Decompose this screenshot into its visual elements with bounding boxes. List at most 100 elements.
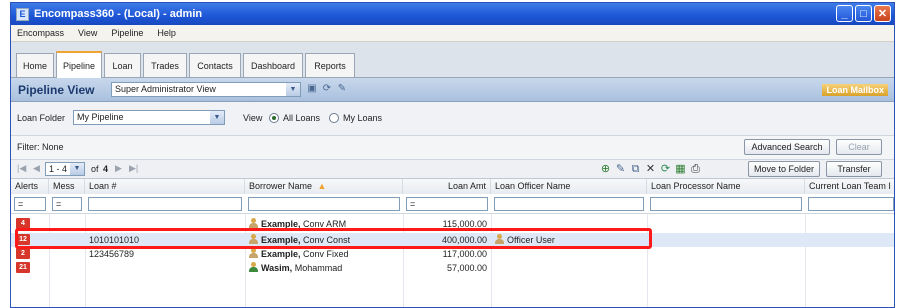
loan-officer-cell — [495, 261, 645, 275]
edit-view-icon[interactable]: ✎ — [336, 83, 348, 95]
alert-badge[interactable]: 4 — [16, 218, 30, 229]
loan-number-cell — [89, 217, 239, 231]
borrower-name-cell: Wasim, Mohammad — [249, 261, 399, 275]
all-loans-label[interactable]: All Loans — [283, 113, 320, 123]
column-header-loan-officer[interactable]: Loan Officer Name — [491, 179, 647, 194]
loan-officer-icon — [495, 234, 504, 244]
loan-officer-cell — [495, 217, 645, 231]
clear-filter-button[interactable]: Clear — [836, 139, 882, 155]
menu-view[interactable]: View — [72, 28, 105, 38]
menu-encompass[interactable]: Encompass — [11, 28, 72, 38]
main-tabs: Home Pipeline Loan Trades Contacts Dashb… — [11, 42, 894, 78]
column-header-messages[interactable]: Mess — [49, 179, 85, 194]
tab-home[interactable]: Home — [16, 53, 54, 77]
pipeline-view-header: Pipeline View Super Administrator View ▼… — [11, 78, 894, 102]
tab-pipeline[interactable]: Pipeline — [56, 51, 102, 78]
maximize-button[interactable]: □ — [855, 5, 872, 22]
borrower-name-cell: Example, Conv Const — [249, 233, 399, 247]
column-header-loan-number[interactable]: Loan # — [85, 179, 245, 194]
next-page-icon[interactable]: ▶ — [115, 163, 122, 174]
column-header-alerts[interactable]: Alerts — [11, 179, 49, 194]
loan-folder-select[interactable]: My Pipeline ▼ — [73, 110, 225, 125]
refresh-view-icon[interactable]: ⟳ — [321, 83, 333, 95]
tab-reports[interactable]: Reports — [305, 53, 355, 77]
pipeline-view-select[interactable]: Super Administrator View ▼ — [111, 82, 301, 97]
loan-number-cell: 123456789 — [89, 249, 135, 259]
move-to-folder-button[interactable]: Move to Folder — [748, 161, 820, 177]
all-loans-radio[interactable] — [269, 113, 279, 123]
filter-loan-officer-input[interactable] — [494, 197, 644, 211]
refresh-icon[interactable]: ⟳ — [659, 163, 672, 176]
my-loans-label[interactable]: My Loans — [343, 113, 382, 123]
delete-loan-icon[interactable]: ✕ — [644, 163, 657, 176]
borrower-icon — [249, 262, 258, 272]
duplicate-loan-icon[interactable]: ⧉ — [629, 163, 642, 176]
filter-alerts-input[interactable]: = — [14, 197, 46, 211]
app-window: E Encompass360 - (Local) - admin _ □ ✕ E… — [10, 2, 895, 308]
column-header-loan-processor[interactable]: Loan Processor Name — [647, 179, 805, 194]
close-button[interactable]: ✕ — [874, 5, 891, 22]
app-icon: E — [16, 7, 29, 21]
borrower-icon — [249, 234, 258, 244]
loan-mailbox-link[interactable]: Loan Mailbox — [822, 84, 888, 96]
minimize-button[interactable]: _ — [836, 5, 853, 22]
page-of-label: of — [91, 164, 99, 174]
filter-loan-amount-input[interactable]: = — [406, 197, 488, 211]
chevron-down-icon: ▼ — [210, 111, 224, 124]
menu-pipeline[interactable]: Pipeline — [105, 28, 151, 38]
column-header-loan-amount[interactable]: Loan Amt — [403, 179, 491, 194]
export-excel-icon[interactable]: ▦ — [674, 163, 687, 176]
borrower-name-header-label: Borrower Name — [249, 181, 313, 191]
last-page-icon[interactable]: ▶| — [129, 163, 138, 174]
save-view-icon[interactable]: ▣ — [306, 83, 318, 95]
pipeline-view-title: Pipeline View — [18, 82, 95, 97]
edit-loan-icon[interactable]: ✎ — [614, 163, 627, 176]
loan-number-cell — [89, 261, 239, 275]
menu-bar: Encompass View Pipeline Help — [11, 25, 894, 42]
title-bar[interactable]: E Encompass360 - (Local) - admin _ □ ✕ — [11, 3, 894, 25]
tab-loan[interactable]: Loan — [104, 53, 141, 77]
menu-help[interactable]: Help — [151, 28, 184, 38]
table-row[interactable]: 21 Wasim, Mohammad 57,000.00 — [11, 261, 894, 275]
alert-badge[interactable]: 2 — [16, 248, 30, 259]
filter-status: Filter: None — [17, 142, 64, 152]
loan-officer-cell — [495, 247, 645, 261]
loan-officer-cell: Officer User — [495, 233, 645, 247]
prev-page-icon[interactable]: ◀ — [33, 163, 40, 174]
print-icon[interactable]: ⎙ — [689, 163, 702, 176]
page-range-value: 1 - 4 — [49, 164, 68, 174]
my-loans-radio[interactable] — [329, 113, 339, 123]
tab-contacts[interactable]: Contacts — [189, 53, 241, 77]
pager-toolbar: |◀ ◀ 1 - 4 ▼ of 4 ▶ ▶| ⊕ ✎ ⧉ ✕ ⟳ ▦ ⎙ Mov… — [11, 160, 894, 179]
column-header-loan-team[interactable]: Current Loan Team I — [805, 179, 894, 194]
advanced-search-button[interactable]: Advanced Search — [744, 139, 830, 155]
transfer-button[interactable]: Transfer — [826, 161, 882, 177]
page-total: 4 — [103, 164, 109, 174]
borrower-icon — [249, 218, 258, 228]
table-row[interactable]: 4 Example, Conv ARM 115,000.00 — [11, 217, 894, 231]
loan-folder-select-value: My Pipeline — [77, 112, 124, 122]
alert-badge[interactable]: 21 — [16, 262, 30, 273]
table-row[interactable]: 2 123456789 Example, Conv Fixed 117,000.… — [11, 247, 894, 261]
first-page-icon[interactable]: |◀ — [17, 163, 26, 174]
filter-loan-team-input[interactable] — [808, 197, 894, 211]
filter-loan-number-input[interactable] — [88, 197, 242, 211]
view-label: View — [243, 113, 263, 123]
alert-badge[interactable]: 12 — [16, 234, 30, 245]
filter-borrower-input[interactable] — [248, 197, 400, 211]
borrower-icon — [249, 248, 258, 258]
new-loan-icon[interactable]: ⊕ — [599, 163, 612, 176]
column-header-borrower-name[interactable]: Borrower Name ▲ — [245, 179, 403, 194]
loan-folder-bar: Loan Folder My Pipeline ▼ View All Loans… — [11, 102, 894, 136]
tab-trades[interactable]: Trades — [143, 53, 187, 77]
loan-amount-cell: 117,000.00 — [442, 249, 487, 259]
filter-bar: Filter: None Advanced Search Clear — [11, 136, 894, 160]
page-range-select[interactable]: 1 - 4 ▼ — [45, 162, 85, 176]
filter-loan-processor-input[interactable] — [650, 197, 802, 211]
table-row-selected[interactable]: 12 1010101010 Example, Conv Const 400,00… — [11, 233, 894, 247]
column-filter-row: = = = — [11, 194, 894, 214]
loan-amount-cell: 400,000.00 — [441, 235, 487, 245]
pipeline-grid: Alerts Mess Loan # Borrower Name ▲ Loan … — [11, 179, 894, 307]
filter-messages-input[interactable]: = — [52, 197, 82, 211]
tab-dashboard[interactable]: Dashboard — [243, 53, 303, 77]
